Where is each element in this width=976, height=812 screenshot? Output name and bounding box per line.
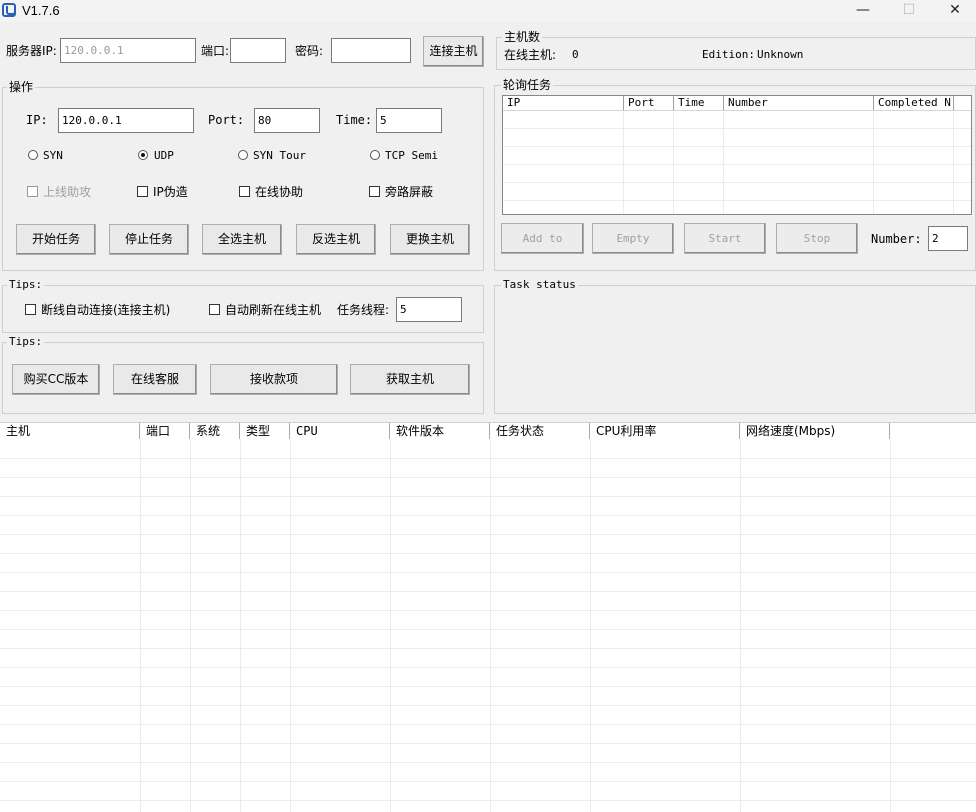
host-col-type[interactable]: 类型 bbox=[240, 423, 290, 439]
buy-cc-version-button[interactable]: 购买CC版本 bbox=[12, 364, 100, 395]
host-list-header: 主机 端口 系统 类型 CPU 软件版本 任务状态 CPU利用率 网络速度(Mb… bbox=[0, 422, 976, 440]
bypass-shield-checkbox[interactable] bbox=[369, 186, 380, 197]
auto-reconnect-checkbox[interactable] bbox=[25, 304, 36, 315]
task-threads-input[interactable]: 5 bbox=[396, 297, 462, 322]
online-hosts-value: 0 bbox=[572, 48, 579, 61]
host-col-port[interactable]: 端口 bbox=[140, 423, 190, 439]
host-col-task-status[interactable]: 任务状态 bbox=[490, 423, 590, 439]
poll-task-title: 轮询任务 bbox=[501, 78, 554, 92]
syn-tour-radio-label: SYN Tour bbox=[253, 149, 306, 162]
tcp-semi-radio-label: TCP Semi bbox=[385, 149, 438, 162]
empty-button[interactable]: Empty bbox=[592, 223, 674, 254]
port-label: 端口: bbox=[201, 44, 230, 58]
maximize-button[interactable]: ☐ bbox=[886, 0, 932, 22]
poll-col-ip[interactable]: IP bbox=[503, 96, 624, 110]
online-hosts-label: 在线主机: bbox=[504, 48, 557, 62]
poll-task-list[interactable]: IP Port Time Number Completed N bbox=[502, 95, 972, 215]
poll-task-header: IP Port Time Number Completed N bbox=[503, 96, 971, 111]
bypass-shield-label: 旁路屏蔽 bbox=[385, 185, 434, 199]
stop-task-button[interactable]: 停止任务 bbox=[109, 224, 189, 255]
stop-poll-button[interactable]: Stop bbox=[776, 223, 858, 254]
close-button[interactable]: ✕ bbox=[932, 0, 976, 22]
online-help-label: 在线协助 bbox=[255, 185, 304, 199]
host-col-host[interactable]: 主机 bbox=[0, 423, 140, 439]
syn-radio-label: SYN bbox=[43, 149, 63, 162]
op-port-label: Port: bbox=[208, 113, 245, 127]
syn-radio[interactable] bbox=[28, 150, 38, 160]
select-all-hosts-button[interactable]: 全选主机 bbox=[202, 224, 282, 255]
host-col-cpu-usage[interactable]: CPU利用率 bbox=[590, 423, 740, 439]
poll-col-completed[interactable]: Completed N bbox=[874, 96, 954, 110]
server-ip-input[interactable]: 120.0.0.1 bbox=[60, 38, 196, 63]
op-port-input[interactable]: 80 bbox=[254, 108, 320, 133]
number-input[interactable]: 2 bbox=[928, 226, 968, 251]
edition-label: Edition: bbox=[702, 48, 755, 61]
ip-spoof-checkbox[interactable] bbox=[137, 186, 148, 197]
op-ip-input[interactable]: 120.0.0.1 bbox=[58, 108, 194, 133]
task-status-title: Task status bbox=[501, 278, 578, 292]
poll-col-port[interactable]: Port bbox=[624, 96, 674, 110]
server-ip-label: 服务器IP: bbox=[6, 44, 57, 58]
task-threads-label: 任务线程: bbox=[337, 303, 390, 317]
password-label: 密码: bbox=[295, 44, 324, 58]
online-help-checkbox[interactable] bbox=[239, 186, 250, 197]
ip-spoof-label: IP伪造 bbox=[153, 185, 188, 199]
online-assist-attack-checkbox[interactable] bbox=[27, 186, 38, 197]
auto-refresh-label: 自动刷新在线主机 bbox=[225, 303, 322, 317]
host-col-network-speed[interactable]: 网络速度(Mbps) bbox=[740, 423, 890, 439]
get-hosts-button[interactable]: 获取主机 bbox=[350, 364, 470, 395]
start-task-button[interactable]: 开始任务 bbox=[16, 224, 96, 255]
task-status-group bbox=[494, 285, 976, 414]
app-icon bbox=[2, 3, 16, 17]
poll-col-number[interactable]: Number bbox=[724, 96, 874, 110]
op-time-input[interactable]: 5 bbox=[376, 108, 442, 133]
host-count-title: 主机数 bbox=[502, 30, 543, 44]
window-title: V1.7.6 bbox=[22, 3, 60, 18]
host-col-software-version[interactable]: 软件版本 bbox=[390, 423, 490, 439]
op-time-label: Time: bbox=[336, 113, 373, 127]
start-poll-button[interactable]: Start bbox=[684, 223, 766, 254]
host-col-cpu[interactable]: CPU bbox=[290, 423, 390, 439]
connect-host-button[interactable]: 连接主机 bbox=[423, 36, 484, 67]
edition-value: Unknown bbox=[757, 48, 804, 61]
password-input[interactable] bbox=[331, 38, 411, 63]
change-host-button[interactable]: 更换主机 bbox=[390, 224, 470, 255]
host-list-body[interactable] bbox=[0, 439, 976, 812]
port-input[interactable] bbox=[230, 38, 286, 63]
udp-radio[interactable] bbox=[138, 150, 148, 160]
tcp-semi-radio[interactable] bbox=[370, 150, 380, 160]
syn-tour-radio[interactable] bbox=[238, 150, 248, 160]
auto-refresh-checkbox[interactable] bbox=[209, 304, 220, 315]
tips1-title: Tips: bbox=[7, 278, 45, 292]
minimize-button[interactable]: — bbox=[840, 0, 886, 22]
tips2-title: Tips: bbox=[7, 335, 45, 349]
udp-radio-label: UDP bbox=[154, 149, 174, 162]
receive-payment-button[interactable]: 接收款项 bbox=[210, 364, 338, 395]
op-ip-label: IP: bbox=[26, 113, 48, 127]
invert-selection-button[interactable]: 反选主机 bbox=[296, 224, 376, 255]
online-support-button[interactable]: 在线客服 bbox=[113, 364, 197, 395]
add-to-button[interactable]: Add to bbox=[501, 223, 584, 254]
title-bar: V1.7.6 — ☐ ✕ bbox=[0, 0, 976, 22]
poll-col-time[interactable]: Time bbox=[674, 96, 724, 110]
host-col-system[interactable]: 系统 bbox=[190, 423, 240, 439]
number-label: Number: bbox=[871, 232, 922, 246]
online-assist-attack-label: 上线助攻 bbox=[43, 185, 92, 199]
operation-title: 操作 bbox=[7, 80, 36, 94]
auto-reconnect-label: 断线自动连接(连接主机) bbox=[41, 303, 171, 317]
